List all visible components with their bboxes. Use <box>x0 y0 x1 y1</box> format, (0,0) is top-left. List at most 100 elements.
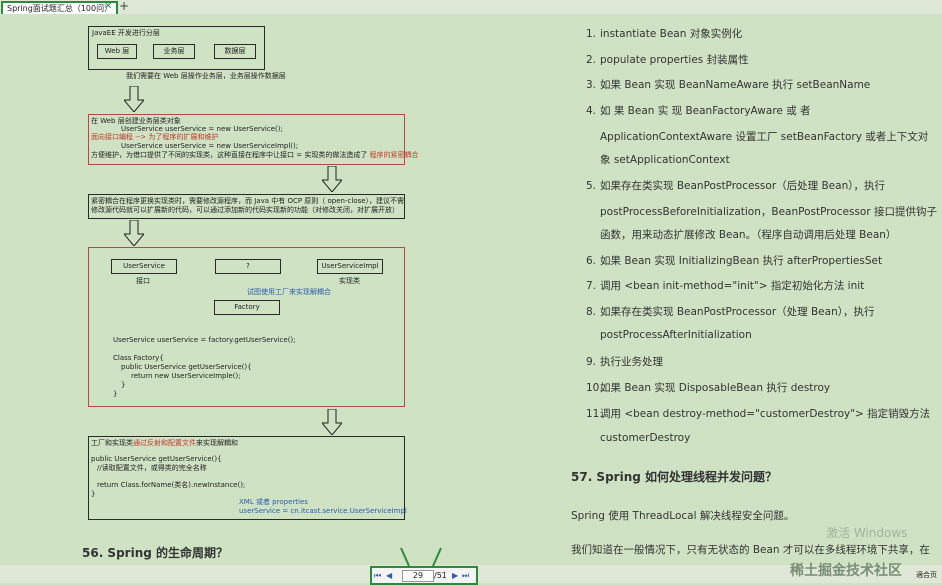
prev-page-button[interactable]: ◀ <box>386 568 392 583</box>
list-item: customerDestroy <box>600 432 690 444</box>
code-line: public UserService getUserService(){ <box>91 455 222 463</box>
list-number: 11. <box>586 408 603 420</box>
reflection-box: 工厂和实现类通过反射和配置文件来实现解耦和 public UserService… <box>88 436 407 520</box>
list-text: ApplicationContextAware 设置工厂 setBeanFact… <box>600 131 929 143</box>
add-tab-icon[interactable]: + <box>119 0 129 13</box>
ocp-box: 紧密耦合在程序更换实现类时，需要修改源程序，而 Java 中有 OCP 原则（ … <box>88 194 405 219</box>
page-navigator: ⏮ ◀ 29 /51 ▶ ⏭ <box>370 566 478 585</box>
list-item: 2. populate properties 封装属性 <box>586 52 749 67</box>
down-arrow-icon <box>124 220 144 246</box>
list-text: 象 setApplicationContext <box>600 154 730 166</box>
list-text: instantiate Bean 对象实例化 <box>600 28 743 40</box>
arrow-annotation-icon <box>400 547 410 567</box>
note-text: 我们需要在 Web 层操作业务层，业务层操作数据层 <box>126 72 286 80</box>
box-line: 方便维护，为借口提供了不同的实现类，这种直接在程序中让接口 = 实现类的做法造成… <box>91 151 419 159</box>
list-item: 8. 如果存在类实现 BeanPostProcessor（处理 Bean），执行 <box>586 304 874 319</box>
config-note: XML 或者 properties <box>239 498 308 506</box>
tab-bar: Spring面试题汇总（100问） ✕ + <box>0 0 942 16</box>
list-text: populate properties 封装属性 <box>600 54 749 66</box>
paragraph: Spring 使用 ThreadLocal 解决线程安全问题。 <box>571 510 795 522</box>
list-item: 5. 如果存在类实现 BeanPostProcessor（后处理 Bean），执行 <box>586 178 885 193</box>
code-line: UserService userService = new UserServic… <box>121 142 299 150</box>
list-item: postProcessAfterInitialization <box>600 329 752 341</box>
list-number: 8. <box>586 306 597 318</box>
code-line: return Class.forName(类名).newInstance(); <box>97 481 246 489</box>
close-icon[interactable]: ✕ <box>104 0 112 14</box>
next-page-button[interactable]: ▶ <box>452 568 458 583</box>
activation-watermark: 激活 Windows <box>826 526 908 540</box>
list-text: 调用 <bean init-method="init"> 指定初始化方法 ini… <box>600 280 865 292</box>
data-layer-box: 数据层 <box>214 44 256 59</box>
down-arrow-icon <box>322 409 342 435</box>
code-line: return new UserServiceImple(); <box>131 372 241 380</box>
list-text: 如 果 Bean 实 现 BeanFactoryAware 或 者 <box>600 105 811 117</box>
factory-box: UserService ? UserServiceImpl 接口 实现类 试图使… <box>88 247 405 407</box>
list-item: postProcessBeforeInitialization，BeanPost… <box>600 204 937 219</box>
first-page-button[interactable]: ⏮ <box>374 568 381 583</box>
interface-label: 接口 <box>136 277 150 285</box>
list-item: 7. 调用 <bean init-method="init"> 指定初始化方法 i… <box>586 278 864 293</box>
biz-layer-box: 业务层 <box>153 44 195 59</box>
list-text: customerDestroy <box>600 432 691 444</box>
section-heading-57: 57. Spring 如何处理线程并发问题？ <box>571 470 778 484</box>
site-watermark: 稀土掘金技术社区 <box>790 563 902 579</box>
list-text: 函数，用来动态扩展修改 Bean。（程序自动调用后处理 Bean） <box>600 229 897 241</box>
paragraph: 我们知道在一般情况下，只有无状态的 Bean 才可以在多线程环境下共享，在 <box>571 544 930 556</box>
userserviceimpl-box: UserServiceImpl <box>317 259 383 274</box>
list-item: 10.如果 Bean 实现 DisposableBean 执行 destroy <box>586 380 830 395</box>
factory-note: 试图使用工厂来实现解耦合 <box>247 288 331 296</box>
fit-page-button[interactable]: 適合页 <box>916 571 937 580</box>
box-line: 工厂和实现类通过反射和配置文件来实现解耦和 <box>91 439 238 447</box>
section-heading-56: 56. Spring 的生命周期？ <box>82 546 229 560</box>
config-note: userService = cn.itcast.service.UserServ… <box>239 507 407 515</box>
list-item: 象 setApplicationContext <box>600 152 730 167</box>
list-text: 如果 Bean 实现 DisposableBean 执行 destroy <box>600 382 831 394</box>
userservice-box: UserService <box>111 259 177 274</box>
list-number: 4. <box>586 105 597 117</box>
box-line-red: 面向接口编程 --> 为了程序的扩展和维护 <box>91 133 219 141</box>
page-total: /51 <box>434 571 447 580</box>
code-line: public UserService getUserService(){ <box>121 363 252 371</box>
list-number: 6. <box>586 255 597 267</box>
list-item: 函数，用来动态扩展修改 Bean。（程序自动调用后处理 Bean） <box>600 227 896 242</box>
page-number-input[interactable]: 29 <box>402 570 434 582</box>
list-item: 6. 如果 Bean 实现 InitializingBean 执行 afterPr… <box>586 253 882 268</box>
layers-box: JavaEE 开发进行分层 Web 层 业务层 数据层 <box>88 26 265 70</box>
list-number: 5. <box>586 180 597 192</box>
box-line: 紧密耦合在程序更换实现类时，需要修改源程序，而 Java 中有 OCP 原则（ … <box>91 197 405 205</box>
list-item: 4. 如 果 Bean 实 现 BeanFactoryAware 或 者 <box>586 103 811 118</box>
document-page: JavaEE 开发进行分层 Web 层 业务层 数据层 我们需要在 Web 层操… <box>0 14 942 569</box>
list-item: 3. 如果 Bean 实现 BeanNameAware 执行 setBeanNam… <box>586 77 870 92</box>
list-text: 如果存在类实现 BeanPostProcessor（处理 Bean），执行 <box>600 306 875 318</box>
code-line: } <box>113 390 118 398</box>
list-number: 10. <box>586 382 603 394</box>
list-item: 11.调用 <bean destroy-method="customerDest… <box>586 406 930 421</box>
code-line: //读取配置文件，或得类的完全名称 <box>97 464 207 472</box>
code-line: UserService userService = factory.getUse… <box>113 336 296 344</box>
coupling-box: 在 Web 层创建业务层类对象 UserService userService … <box>88 114 419 165</box>
list-text: 调用 <bean destroy-method="customerDestroy… <box>600 408 931 420</box>
box-line: 修改源代码就可以扩展新的代码，可以通过添加新的代码实现新的功能（对修改关闭，对扩… <box>91 206 399 214</box>
last-page-button[interactable]: ⏭ <box>462 568 469 583</box>
list-text: postProcessAfterInitialization <box>600 329 752 341</box>
list-number: 3. <box>586 79 597 91</box>
web-layer-box: Web 层 <box>97 44 137 59</box>
list-text: 如果 Bean 实现 BeanNameAware 执行 setBeanName <box>600 79 871 91</box>
list-text: 如果 Bean 实现 InitializingBean 执行 afterProp… <box>600 255 883 267</box>
code-line: } <box>121 381 126 389</box>
code-line: } <box>91 490 96 498</box>
list-text: 执行业务处理 <box>600 356 663 368</box>
list-item: 9. 执行业务处理 <box>586 354 663 369</box>
list-number: 9. <box>586 356 597 368</box>
factory-class-box: Factory <box>214 300 280 315</box>
list-number: 7. <box>586 280 597 292</box>
list-item: 1. instantiate Bean 对象实例化 <box>586 26 742 41</box>
box-title: JavaEE 开发进行分层 <box>92 29 160 37</box>
code-line: Class Factory{ <box>113 354 164 362</box>
arrow-annotation-icon <box>432 547 442 567</box>
down-arrow-icon <box>124 86 144 112</box>
list-number: 2. <box>586 54 597 66</box>
unknown-box: ? <box>215 259 281 274</box>
list-item: ApplicationContextAware 设置工厂 setBeanFact… <box>600 129 928 144</box>
down-arrow-icon <box>322 166 342 192</box>
